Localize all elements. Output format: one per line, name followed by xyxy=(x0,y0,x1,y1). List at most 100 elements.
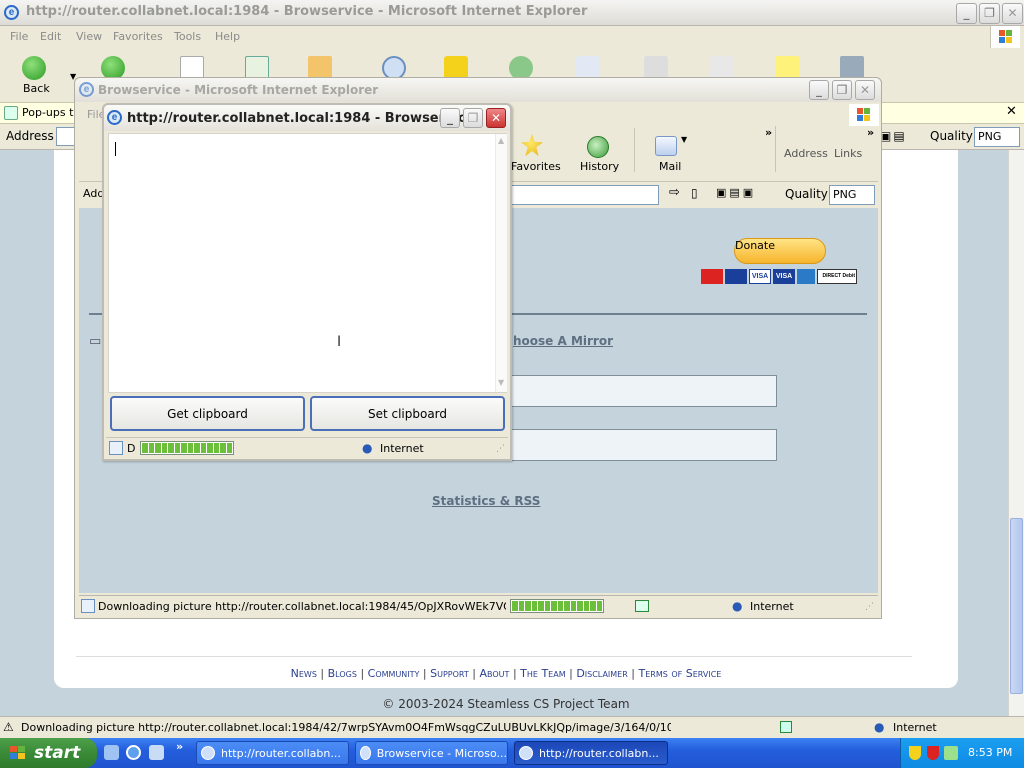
back-arrow-icon[interactable] xyxy=(22,56,46,80)
favorites-star-icon[interactable] xyxy=(521,134,543,156)
mastercard-icon xyxy=(701,269,723,284)
quicklaunch-explorer-icon[interactable] xyxy=(149,745,164,760)
mail-icon[interactable] xyxy=(655,136,677,156)
address-label: Address xyxy=(6,129,54,143)
go-arrow-icon[interactable]: ⇨ xyxy=(669,185,680,200)
scroll-up-icon[interactable]: ▲ xyxy=(498,136,504,145)
address-toolbar-label[interactable]: Address xyxy=(784,147,828,160)
quicklaunch-desktop-icon[interactable] xyxy=(104,745,119,760)
links-toolbar-label[interactable]: Links xyxy=(834,147,862,160)
task-button-3[interactable]: http://router.collabn... xyxy=(514,741,668,765)
toolbar-chevron-icon[interactable]: » xyxy=(765,126,772,139)
browservice-title-bar[interactable]: e Browservice - Microsoft Internet Explo… xyxy=(75,78,881,102)
favorites-label[interactable]: Favorites xyxy=(511,160,561,173)
statistics-rss-link[interactable]: Statistics & RSS xyxy=(432,494,540,508)
payment-cards: VISA VISA DIRECT Debit xyxy=(701,269,857,284)
task-label-3: http://router.collabn... xyxy=(539,746,659,760)
browservice-status-zone: Internet xyxy=(750,600,794,613)
visa-icon: VISA xyxy=(749,269,771,284)
browservice-minimize-button[interactable]: _ xyxy=(809,80,829,100)
content-input-2[interactable] xyxy=(509,429,777,461)
content-input-1[interactable] xyxy=(509,375,777,407)
menu-help[interactable]: Help xyxy=(215,30,240,43)
footer-link-blogs[interactable]: Blogs xyxy=(328,667,357,680)
close-button[interactable]: ✕ xyxy=(1002,3,1023,24)
browservice-quality-value: PNG xyxy=(833,188,857,201)
menu-edit[interactable]: Edit xyxy=(40,30,61,43)
mail-dropdown-icon[interactable]: ▼ xyxy=(681,135,687,144)
textarea-scrollbar[interactable]: ▲ ▼ xyxy=(495,134,507,392)
start-button[interactable]: start xyxy=(0,738,97,768)
security-shield-icon[interactable] xyxy=(909,746,921,760)
main-title-bar[interactable]: e http://router.collabnet.local:1984 - B… xyxy=(0,0,1024,26)
popup-status-letter: D xyxy=(127,442,136,455)
address-input[interactable] xyxy=(56,127,76,146)
popup-maximize-button[interactable]: ❐ xyxy=(463,108,483,128)
back-label[interactable]: Back xyxy=(23,82,50,95)
donate-button[interactable]: Donate xyxy=(734,238,826,264)
maximize-button[interactable]: ❐ xyxy=(979,3,1000,24)
footer-link-news[interactable]: News xyxy=(291,667,317,680)
popup-close-button[interactable]: ✕ xyxy=(486,108,506,128)
scroll-down-icon[interactable]: ▼ xyxy=(498,378,504,387)
history-label[interactable]: History xyxy=(580,160,619,173)
main-status-zone: Internet xyxy=(893,721,937,734)
footer-links: News | Blogs | Community | Support | Abo… xyxy=(290,667,722,680)
zoom-tools-icon[interactable]: ▣▤ xyxy=(880,129,907,143)
browservice-quality-label: Quality xyxy=(785,187,828,201)
network-icon[interactable] xyxy=(944,746,958,760)
browservice-ie-icon: e xyxy=(79,82,94,97)
browservice-close-button[interactable]: ✕ xyxy=(855,80,875,100)
browservice-address-input[interactable] xyxy=(509,185,659,205)
popup-ie-icon: e xyxy=(107,110,122,125)
footer-link-about[interactable]: About xyxy=(480,667,510,680)
popup-progress-bar xyxy=(140,441,234,455)
popup-resize-grip-icon[interactable]: ⋰ xyxy=(496,444,505,454)
choose-mirror-link[interactable]: hoose A Mirror xyxy=(513,334,613,348)
page-scrollbar-thumb[interactable] xyxy=(1010,518,1023,694)
footer-link-community[interactable]: Community xyxy=(368,667,420,680)
quality-select[interactable]: PNG xyxy=(974,127,1020,147)
minimize-button[interactable]: _ xyxy=(956,3,977,24)
browservice-quality-select[interactable]: PNG xyxy=(829,185,875,205)
page-scrollbar[interactable] xyxy=(1008,150,1024,716)
popup-minimize-button[interactable]: _ xyxy=(440,108,460,128)
menu-bar: File Edit View Favorites Tools Help xyxy=(0,26,1024,48)
browservice-maximize-button[interactable]: ❐ xyxy=(832,80,852,100)
task-button-1[interactable]: http://router.collabn... xyxy=(196,741,349,765)
popup-title-bar[interactable]: e http://router.collabnet.local:1984 - B… xyxy=(104,105,510,131)
links-chevron-icon[interactable]: » xyxy=(867,126,874,139)
resize-grip-icon[interactable]: ⋰ xyxy=(865,602,874,612)
footer-link-team[interactable]: The Team xyxy=(520,667,565,680)
history-icon[interactable] xyxy=(587,136,609,158)
popup-title: http://router.collabnet.local:1984 - Bro… xyxy=(127,111,481,126)
get-clipboard-button[interactable]: Get clipboard xyxy=(110,396,305,431)
popup-status-zone: Internet xyxy=(380,442,424,455)
zoom-tools-icon[interactable]: ▣▤▣ xyxy=(716,186,756,199)
bookmark-icon[interactable]: ▯ xyxy=(691,186,698,200)
menu-view[interactable]: View xyxy=(76,30,102,43)
set-clipboard-button[interactable]: Set clipboard xyxy=(310,396,505,431)
clipboard-textarea[interactable]: ▲ ▼ I xyxy=(108,133,507,393)
popup-bar-close-icon[interactable]: ✕ xyxy=(1006,104,1017,119)
task-button-2[interactable]: Browservice - Microso... xyxy=(355,741,508,765)
footer-divider xyxy=(76,656,912,657)
task-ie-icon xyxy=(519,746,533,760)
footer-link-support[interactable]: Support xyxy=(430,667,469,680)
quality-label: Quality xyxy=(930,129,973,143)
menu-tools[interactable]: Tools xyxy=(174,30,201,43)
quicklaunch-chevron-icon[interactable]: » xyxy=(176,740,183,753)
browservice-status-text: Downloading picture http://router.collab… xyxy=(98,600,506,613)
footer-link-disclaimer[interactable]: Disclaimer xyxy=(576,667,627,680)
text-caret xyxy=(115,142,116,156)
menu-favorites[interactable]: Favorites xyxy=(113,30,163,43)
menu-file[interactable]: File xyxy=(10,30,28,43)
footer-link-terms[interactable]: Terms of Service xyxy=(639,667,722,680)
browservice-security-icon xyxy=(635,600,649,612)
browservice-globe-icon: ● xyxy=(732,599,743,613)
browservice-title: Browservice - Microsoft Internet Explore… xyxy=(98,83,379,97)
clock[interactable]: 8:53 PM xyxy=(968,746,1012,759)
mail-label[interactable]: Mail xyxy=(659,160,681,173)
quicklaunch-ie-icon[interactable] xyxy=(126,745,141,760)
alert-shield-icon[interactable] xyxy=(927,746,939,760)
